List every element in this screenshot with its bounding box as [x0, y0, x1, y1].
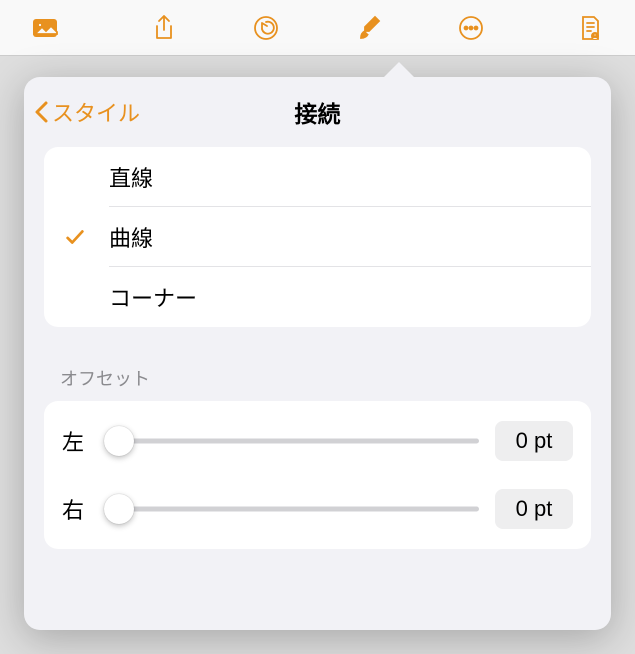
offset-section-label: オフセット	[60, 365, 575, 391]
offset-left-row: 左 0 pt	[62, 421, 573, 461]
option-corner[interactable]: コーナー	[44, 267, 591, 327]
media-button[interactable]	[31, 8, 91, 48]
document-icon	[576, 14, 604, 42]
option-straight[interactable]: 直線	[44, 147, 591, 207]
offset-left-slider[interactable]	[110, 431, 479, 451]
popover-arrow	[383, 62, 415, 78]
format-button[interactable]	[339, 8, 399, 48]
slider-thumb[interactable]	[104, 426, 134, 456]
popover-header: スタイル 接続	[24, 77, 611, 147]
slider-track	[110, 439, 479, 444]
offset-right-label: 右	[62, 493, 94, 525]
undo-icon	[252, 14, 280, 42]
option-label: 曲線	[109, 221, 153, 253]
undo-button[interactable]	[236, 8, 296, 48]
share-button[interactable]	[134, 8, 194, 48]
offset-right-slider[interactable]	[110, 499, 479, 519]
offset-right-row: 右 0 pt	[62, 489, 573, 529]
popover-title: 接続	[295, 95, 341, 129]
more-button[interactable]	[441, 8, 501, 48]
checkmark-icon	[64, 226, 86, 248]
checkmark-slot	[64, 226, 109, 248]
more-icon	[457, 14, 485, 42]
offset-right-value[interactable]: 0 pt	[495, 489, 573, 529]
option-curved[interactable]: 曲線	[44, 207, 591, 267]
slider-thumb[interactable]	[104, 494, 134, 524]
slider-track	[110, 507, 479, 512]
back-button[interactable]: スタイル	[32, 96, 140, 128]
offset-left-label: 左	[62, 425, 94, 457]
share-icon	[150, 14, 178, 42]
media-icon	[31, 14, 59, 42]
chevron-left-icon	[32, 99, 52, 125]
document-button[interactable]	[544, 8, 604, 48]
option-label: コーナー	[109, 281, 197, 313]
connection-options-card: 直線 曲線 コーナー	[44, 147, 591, 327]
toolbar	[0, 0, 635, 56]
offset-left-value[interactable]: 0 pt	[495, 421, 573, 461]
format-brush-icon	[355, 14, 383, 42]
back-label: スタイル	[52, 96, 140, 128]
option-label: 直線	[109, 161, 153, 193]
offset-card: 左 0 pt 右 0 pt	[44, 401, 591, 549]
format-popover: スタイル 接続 直線 曲線 コーナー オフセット 左	[24, 77, 611, 630]
